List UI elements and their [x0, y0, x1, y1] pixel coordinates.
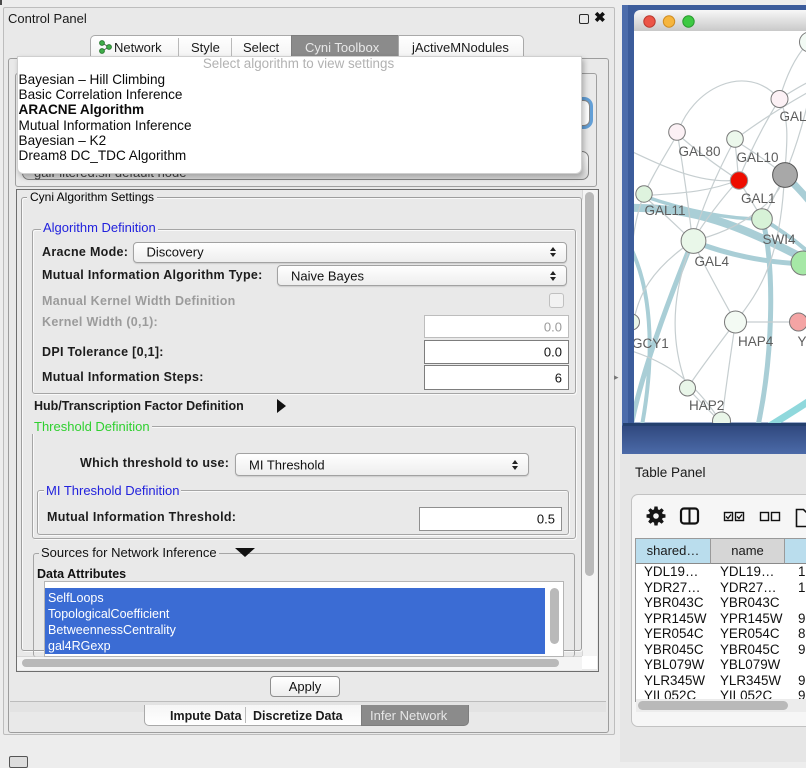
svg-text:GAL11: GAL11: [644, 203, 685, 218]
svg-text:GAL10: GAL10: [736, 150, 778, 165]
svg-text:GAL80: GAL80: [678, 144, 720, 159]
svg-text:HAP4: HAP4: [738, 334, 774, 349]
svg-text:GAL1: GAL1: [741, 191, 776, 206]
svg-text:GCY1: GCY1: [634, 336, 669, 351]
svg-text:GAL2: GAL2: [779, 109, 806, 124]
svg-text:SWI4: SWI4: [762, 232, 795, 247]
svg-text:HAP2: HAP2: [689, 398, 724, 413]
svg-text:GAL4: GAL4: [694, 254, 729, 269]
svg-text:YL: YL: [797, 334, 806, 349]
